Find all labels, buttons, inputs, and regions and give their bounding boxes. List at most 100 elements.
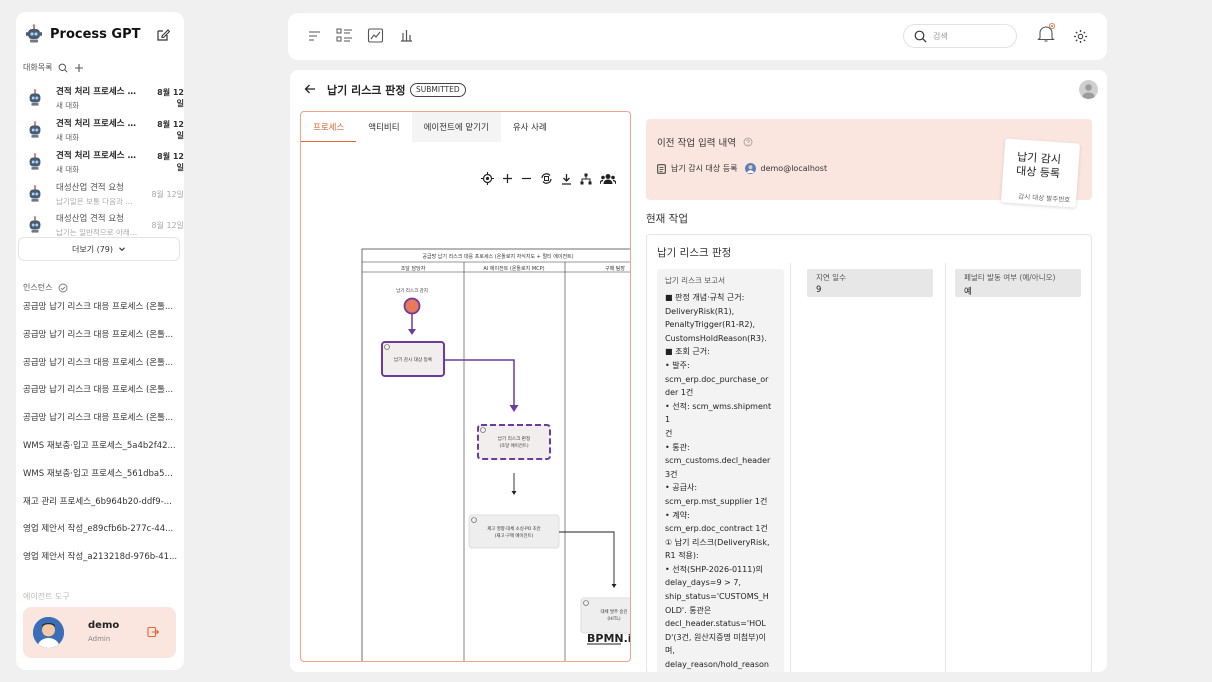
report-line: ■ 판정 개념·규칙 근거: bbox=[665, 293, 745, 302]
back-arrow-icon[interactable] bbox=[304, 83, 316, 95]
conversation-item[interactable]: 대성산업 견적 요청 납기일은 보통 다음과 같... 8월 12일 bbox=[24, 180, 184, 208]
help-icon[interactable] bbox=[743, 137, 753, 147]
bell-icon[interactable] bbox=[1037, 23, 1055, 43]
instance-item[interactable]: 공급망 납기 리스크 대응 프로세스 (온톨... bbox=[23, 411, 178, 423]
instance-item[interactable]: 영업 제안서 작성_e89cfb6b-277c-44... bbox=[23, 522, 178, 534]
conversation-date: 8월 12일 bbox=[157, 120, 184, 140]
robot-logo-icon bbox=[26, 24, 42, 43]
conversation-item[interactable]: 견적 처리 프로세스 실... 새 대화 8월 12일 bbox=[24, 148, 184, 176]
penalty-field[interactable]: 페널티 발동 여부 (예/아니오) 예 bbox=[955, 269, 1081, 297]
main-panel: 납기 리스크 판정 SUBMITTED 프로세스 액티비티 에이전트에 맡기기 … bbox=[290, 70, 1107, 672]
user-role: Admin bbox=[88, 635, 111, 643]
delay-days-label: 지연 일수 bbox=[816, 273, 846, 282]
task-risk-judgment[interactable] bbox=[477, 424, 551, 460]
risk-report-field[interactable]: 납기 리스크 보고서 ■ 판정 개념·규칙 근거: DeliveryRisk(R1… bbox=[657, 269, 784, 672]
report-line: ship_status='CUSTOMS_H bbox=[665, 592, 769, 602]
report-line: scm_erp.doc_purchase_or bbox=[665, 374, 769, 384]
instance-item[interactable]: 공급망 납기 리스크 대응 프로세스 (온톨... bbox=[23, 383, 178, 395]
start-event-label: 납기 리스크 감지 bbox=[396, 287, 428, 294]
start-event[interactable] bbox=[403, 297, 421, 315]
conversation-title: 대성산업 견적 요청 bbox=[56, 214, 124, 224]
conversation-subtitle: 새 대화 bbox=[56, 165, 80, 174]
gear-icon[interactable] bbox=[1073, 29, 1088, 44]
conversation-date: 8월 12일 bbox=[157, 152, 184, 172]
previous-user: demo@localhost bbox=[760, 164, 828, 173]
previous-title-text: 이전 작업 입력 내역 bbox=[657, 138, 736, 149]
instances-header: 인스턴스 bbox=[23, 282, 68, 293]
report-line: R1 적용): bbox=[665, 551, 699, 561]
task3-sublabel: (재고·구매 에이전트) bbox=[495, 532, 534, 539]
conversation-subtitle: 새 대화 bbox=[56, 133, 80, 142]
current-task-card: 납기 리스크 판정 납기 리스크 보고서 ■ 판정 개념·규칙 근거: Deliv… bbox=[646, 234, 1092, 672]
more-button[interactable]: 더보기 (79) bbox=[18, 237, 180, 261]
task4-sublabel: (HITL) bbox=[607, 616, 620, 622]
report-line: ① 납기 리스크(DeliveryRisk, bbox=[665, 537, 770, 547]
report-line: 며, bbox=[665, 646, 675, 656]
card-title: 납기 리스크 판정 bbox=[657, 247, 732, 259]
page-title: 납기 리스크 판정 bbox=[327, 84, 406, 97]
check-circle-icon[interactable] bbox=[58, 283, 68, 293]
task2-sublabel: (조달 에이전트) bbox=[499, 442, 528, 449]
pool-title: 공급망 납기 리스크 대응 프로세스 (온톨로지 자식지도 + 멀티 에이전트) bbox=[422, 253, 573, 260]
task4-label: 대체 발주 승인 bbox=[600, 608, 627, 615]
brand[interactable]: Process GPT bbox=[24, 24, 140, 44]
search-box[interactable]: 검색 bbox=[903, 24, 1017, 48]
conversation-title: 견적 처리 프로세스 실... bbox=[56, 151, 138, 161]
delay-days-field[interactable]: 지연 일수 9 bbox=[807, 269, 933, 297]
robot-icon bbox=[29, 185, 41, 202]
conversation-title: 견적 처리 프로세스 실... bbox=[56, 87, 138, 97]
checklist-icon[interactable] bbox=[336, 28, 353, 43]
conversation-date: 8월 12일 bbox=[157, 88, 184, 108]
instance-item[interactable]: 재고 관리 프로세스_6b964b20-ddf9-... bbox=[23, 495, 178, 507]
lane-ai-agent: AI 에이전트 (온톨로지 MCP) bbox=[483, 265, 544, 272]
previous-input-card: 이전 작업 입력 내역 납기 감시 대상 등록 demo@localhost 납… bbox=[646, 119, 1092, 208]
search-icon[interactable] bbox=[58, 63, 69, 73]
menu-lines-icon[interactable] bbox=[308, 30, 321, 42]
instance-item[interactable]: 영업 제안서 작성_a213218d-976b-41... bbox=[23, 550, 178, 562]
task1-label: 납기 감시 대상 등록 bbox=[394, 356, 432, 363]
instance-item[interactable]: 공급망 납기 리스크 대응 프로세스 (온톨... bbox=[23, 300, 178, 312]
bpmn-diagram[interactable]: 공급망 납기 리스크 대응 프로세스 (온톨로지 자식지도 + 멀티 에이전트)… bbox=[301, 112, 631, 662]
previous-task-name: 납기 감시 대상 등록 bbox=[671, 164, 738, 173]
user-card[interactable]: demo Admin bbox=[23, 607, 176, 658]
add-icon[interactable] bbox=[74, 63, 84, 73]
report-line: • 통관: bbox=[665, 442, 690, 452]
task-detail-panel: 이전 작업 입력 내역 납기 감시 대상 등록 demo@localhost 납… bbox=[636, 111, 1100, 672]
instances-label: 인스턴스 bbox=[23, 283, 53, 292]
penalty-label: 페널티 발동 여부 (예/아니오) bbox=[964, 273, 1056, 282]
map-icon[interactable] bbox=[367, 27, 384, 44]
sticky-sub: 감시 대상 발주번호 bbox=[1018, 192, 1071, 205]
report-line: • 선적(SHP-2026-0111)의 bbox=[665, 564, 763, 574]
robot-icon bbox=[29, 121, 41, 138]
instance-item[interactable]: 공급망 납기 리스크 대응 프로세스 (온톨... bbox=[23, 328, 178, 340]
report-line: • 발주: bbox=[665, 360, 690, 370]
lane-procurement: 조달 담당자 bbox=[401, 265, 426, 272]
sticky-line2: 대상 등록 bbox=[1015, 164, 1061, 181]
report-line: ■ 조회 근거: bbox=[665, 347, 710, 357]
conversation-item[interactable]: 견적 처리 프로세스 실... 새 대화 8월 12일 bbox=[24, 84, 184, 112]
task2-label: 납기 리스크 판정 bbox=[498, 435, 531, 442]
user-name: demo bbox=[88, 620, 120, 631]
report-line: der 1건 bbox=[665, 388, 694, 398]
instance-item[interactable]: 공급망 납기 리스크 대응 프로세스 (온톨... bbox=[23, 356, 178, 368]
instance-item[interactable]: WMS 재보충·입고 프로세스_561dba53... bbox=[23, 467, 178, 479]
logout-icon[interactable] bbox=[147, 626, 159, 638]
search-icon bbox=[914, 30, 927, 43]
report-line: delay_days=9 > 7, bbox=[665, 578, 741, 588]
building-icon[interactable] bbox=[400, 28, 413, 42]
new-chat-icon[interactable] bbox=[156, 28, 170, 42]
bpmn-logo[interactable]: BPMN.io bbox=[587, 632, 631, 645]
sticky-title: 납기 감시 대상 등록 bbox=[1016, 150, 1062, 181]
report-line: delay_reason/hold_reason bbox=[665, 660, 769, 670]
assignee-avatar[interactable] bbox=[1079, 80, 1098, 99]
report-line: CustomsHoldReason(R3). bbox=[665, 333, 767, 343]
sidebar: Process GPT 대화목록 견적 처리 프로세스 실... 새 대화 8월 1… bbox=[16, 12, 184, 670]
instance-item[interactable]: WMS 재보충·입고 프로세스_5a4b2f42... bbox=[23, 439, 178, 451]
history-label: 대화목록 bbox=[23, 63, 53, 72]
conversation-item[interactable]: 대성산업 견적 요청 납기는 일반적으로 아래 ... 8월 12일 bbox=[24, 211, 184, 239]
previous-task-sticky[interactable]: 납기 감시 대상 등록 감시 대상 발주번호 bbox=[1000, 138, 1081, 208]
conversation-item[interactable]: 견적 처리 프로세스 실... 새 대화 8월 12일 bbox=[24, 116, 184, 144]
search-input[interactable]: 검색 bbox=[933, 31, 948, 42]
report-line: OLD'. 통관은 bbox=[665, 605, 712, 615]
robot-icon bbox=[29, 153, 41, 170]
